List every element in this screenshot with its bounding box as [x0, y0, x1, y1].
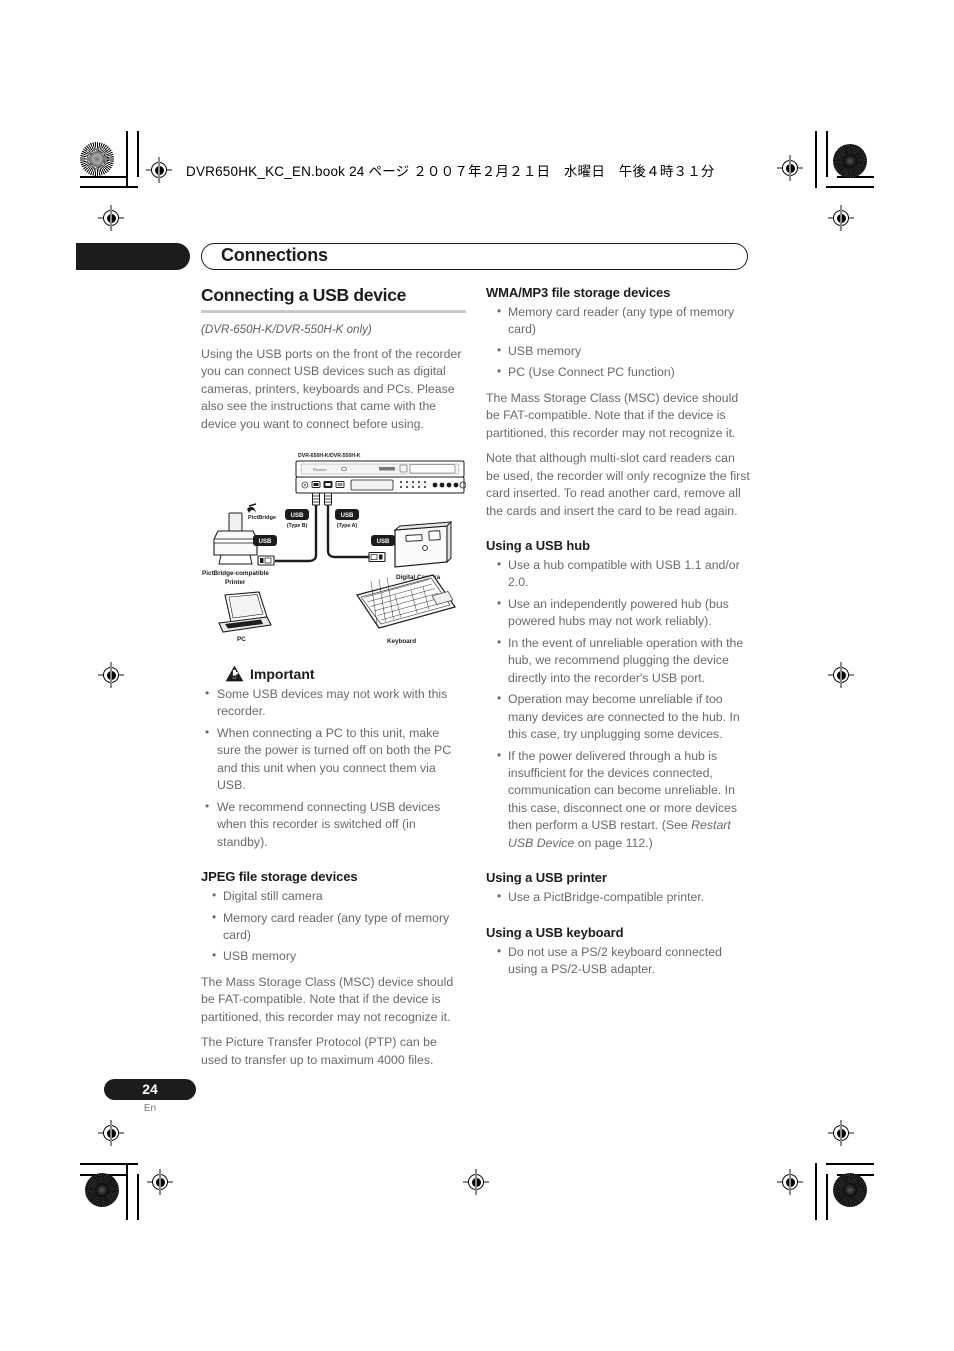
registration-mark-top-left	[146, 157, 172, 183]
list-item: USB memory	[486, 342, 751, 360]
registration-mark-right-upper	[828, 205, 854, 231]
printer-section-heading: Using a USB printer	[486, 870, 607, 886]
list-item: Use a hub compatible with USB 1.1 and/or…	[486, 556, 751, 592]
list-item: We recommend connecting USB devices when…	[201, 798, 466, 851]
chapter-number-tab	[76, 243, 190, 270]
important-list: Some USB devices may not work with this …	[201, 685, 466, 851]
hub-section-heading: Using a USB hub	[486, 537, 590, 553]
list-item: Use an independently powered hub (bus po…	[486, 595, 751, 631]
diagram-usb-type-b-sub: (Type B)	[287, 523, 308, 529]
chapter-number: 02	[922, 3, 940, 22]
hub-list: Use a hub compatible with USB 1.1 and/or…	[486, 556, 751, 853]
list-item: Memory card reader (any type of memory c…	[201, 909, 466, 945]
diagram-usb-type-a-sub: (Type A)	[337, 523, 357, 529]
page-number: 24	[142, 1081, 158, 1097]
list-item: Do not use a PS/2 keyboard connected usi…	[486, 943, 751, 979]
jpeg-paragraph-1: The Mass Storage Class (MSC) device shou…	[201, 974, 454, 1024]
diagram-keyboard	[356, 574, 456, 629]
wma-device-list: Memory card reader (any type of memory c…	[486, 303, 751, 382]
color-rosette-top-right	[833, 144, 867, 178]
diagram-usb-type-a-badge: USB	[341, 513, 354, 519]
diagram-printer-caption-2: Printer	[225, 579, 246, 586]
list-item: Digital still camera	[201, 887, 466, 905]
diagram-pc	[218, 591, 272, 633]
diagram-pictbridge-label: PictBridge	[248, 515, 276, 521]
diagram-printer-caption-1: PictBridge-compatible	[202, 570, 269, 577]
list-item: Operation may become unreliable if too m…	[486, 690, 751, 743]
list-item: Some USB devices may not work with this …	[201, 685, 466, 721]
important-heading: Important	[201, 665, 466, 682]
registration-mark-bottom-right	[777, 1169, 803, 1195]
color-rosette-bottom-right	[833, 1173, 867, 1207]
wma-paragraph-1: The Mass Storage Class (MSC) device shou…	[486, 390, 739, 440]
list-item: PC (Use Connect PC function)	[486, 363, 751, 381]
jpeg-device-list: Digital still camera Memory card reader …	[201, 887, 466, 966]
registration-mark-bottom-left	[147, 1169, 173, 1195]
registration-mark-right-lower	[828, 1120, 854, 1146]
list-item: Memory card reader (any type of memory c…	[486, 303, 751, 339]
diagram-keyboard-caption: Keyboard	[387, 638, 416, 645]
diagram-brand-label: Pioneer	[312, 467, 327, 472]
right-column: WMA/MP3 file storage devices Memory card…	[486, 285, 751, 983]
jpeg-section-heading: JPEG file storage devices	[201, 869, 358, 885]
list-item: USB memory	[201, 947, 466, 965]
intro-paragraph: Using the USB ports on the front of the …	[201, 346, 462, 431]
list-item: When connecting a PC to this unit, make …	[201, 724, 466, 795]
page-title: Connecting a USB device	[201, 285, 407, 305]
diagram-usb-type-b-badge: USB	[291, 513, 304, 519]
page-canvas: DVR650HK_KC_EN.book 24 ページ ２００７年２月２１日 水曜…	[0, 0, 954, 1351]
diagram-camera	[393, 520, 453, 568]
wma-paragraph-2: Note that although multi-slot card reade…	[486, 451, 750, 518]
list-item-with-reference: If the power delivered through a hub is …	[486, 747, 751, 853]
registration-mark-left-upper	[98, 205, 124, 231]
printer-list: Use a PictBridge-compatible printer.	[486, 888, 751, 906]
registration-mark-left-lower	[98, 1120, 124, 1146]
diagram-camera-usb-badge: USB	[377, 539, 390, 545]
wma-section-heading: WMA/MP3 file storage devices	[486, 285, 671, 300]
warning-triangle-icon	[225, 665, 244, 682]
diagram-pc-caption: PC	[237, 636, 246, 643]
list-item: Use a PictBridge-compatible printer.	[486, 888, 751, 906]
registration-mark-bottom-center	[463, 1169, 489, 1195]
color-rosette-top-left	[80, 142, 114, 176]
model-note: (DVR-650H-K/DVR-550H-K only)	[201, 323, 372, 337]
registration-mark-top-right	[777, 155, 803, 181]
usb-connection-diagram-svg: DVR-650H-K/DVR-550H-K Pioneer USB (Type …	[202, 453, 466, 645]
registration-mark-left-middle	[98, 662, 124, 688]
diagram-printer-usb-badge: USB	[259, 539, 272, 545]
left-column: Connecting a USB device (DVR-650H-K/DVR-…	[201, 285, 466, 1069]
chapter-title: Connections	[221, 245, 328, 265]
keyboard-section-heading: Using a USB keyboard	[486, 924, 624, 940]
print-file-header: DVR650HK_KC_EN.book 24 ページ ２００７年２月２１日 水曜…	[186, 164, 715, 179]
keyboard-list: Do not use a PS/2 keyboard connected usi…	[486, 943, 751, 979]
usb-connection-diagram: DVR-650H-K/DVR-550H-K Pioneer USB (Type …	[201, 447, 466, 645]
list-item: In the event of unreliable operation wit…	[486, 634, 751, 687]
diagram-recorder-label: DVR-650H-K/DVR-550H-K	[298, 453, 361, 459]
jpeg-paragraph-2: The Picture Transfer Protocol (PTP) can …	[201, 1035, 437, 1067]
important-label: Important	[250, 665, 315, 682]
hub-note-post: on page 112.)	[574, 835, 653, 850]
title-underline	[201, 310, 466, 314]
color-rosette-bottom-left	[85, 1173, 119, 1207]
registration-mark-right-middle	[828, 662, 854, 688]
page-language-code: En	[143, 1103, 157, 1114]
